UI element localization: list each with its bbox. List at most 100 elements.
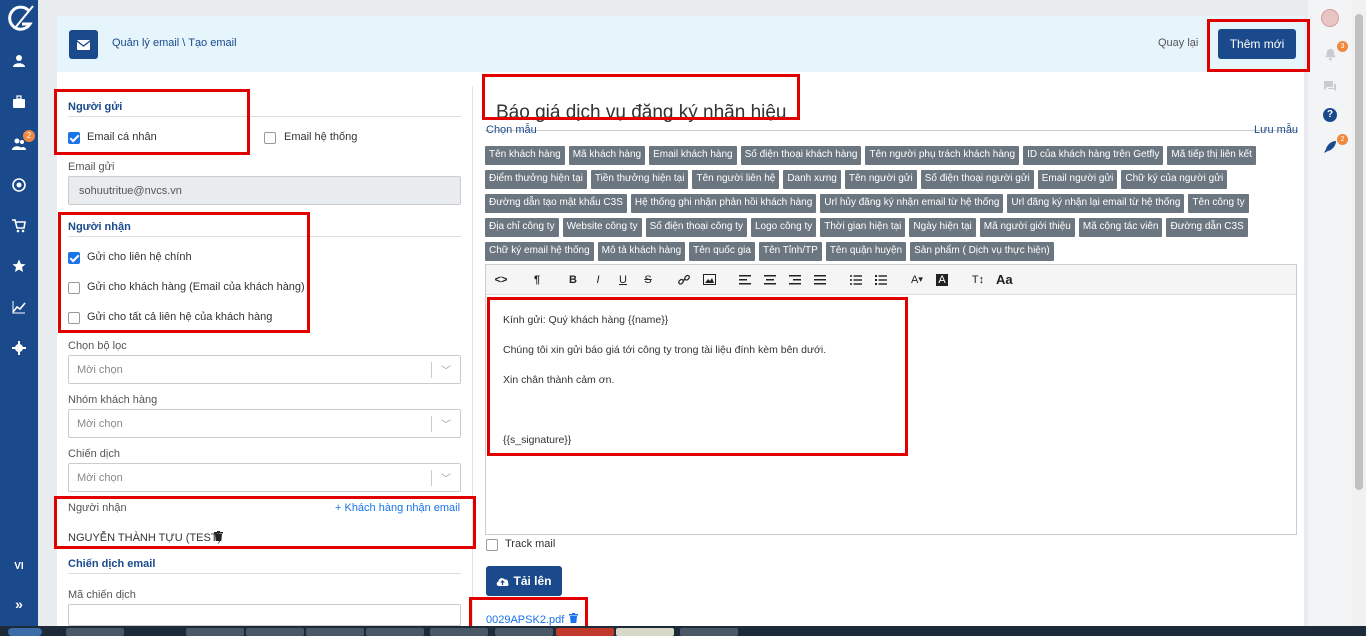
merge-tag-chip[interactable]: Đường dẫn C3S xyxy=(1166,218,1248,237)
briefcase-icon[interactable] xyxy=(0,91,38,113)
background-color-icon[interactable]: A xyxy=(931,270,953,290)
merge-tag-chip[interactable]: Tên công ty xyxy=(1188,194,1249,213)
all-contacts-label[interactable]: Gửi cho tất cả liên hệ của khách hàng xyxy=(87,311,272,323)
track-mail-checkbox[interactable] xyxy=(486,539,498,551)
align-center-icon[interactable] xyxy=(759,270,781,290)
merge-tag-chip[interactable]: Hệ thống ghi nhận phản hồi khách hàng xyxy=(630,194,817,213)
merge-tag-chip[interactable]: Tên quận huyện xyxy=(825,242,907,261)
taskbar-app[interactable] xyxy=(366,628,424,636)
merge-tag-chip[interactable]: Chữ ký của người gửi xyxy=(1121,170,1228,189)
chart-icon[interactable] xyxy=(0,296,38,318)
personal-email-label[interactable]: Email cá nhân xyxy=(87,131,157,143)
text-height-icon[interactable]: T↕ xyxy=(967,270,989,290)
back-link[interactable]: Quay lại xyxy=(1158,37,1198,49)
merge-tag-chip[interactable]: Tên người liên hệ xyxy=(692,170,780,189)
merge-tag-chip[interactable]: Số điện thoại công ty xyxy=(645,218,747,237)
italic-icon[interactable]: I xyxy=(587,270,609,290)
merge-tag-chip[interactable]: ID của khách hàng trên Getfly xyxy=(1023,146,1164,165)
taskbar-app[interactable] xyxy=(680,628,738,636)
image-icon[interactable] xyxy=(698,270,720,290)
taskbar-app[interactable] xyxy=(430,628,488,636)
cart-icon[interactable] xyxy=(0,215,38,237)
email-editor[interactable]: <> ¶ B I U S A ▾ A T↕ Aa Kính gửi: Quý k… xyxy=(485,264,1297,535)
merge-tag-chip[interactable]: Thời gian hiện tại xyxy=(820,218,906,237)
taskbar-app[interactable] xyxy=(246,628,304,636)
font-size-icon[interactable]: Aa xyxy=(992,270,1017,290)
bell-icon[interactable]: 3 xyxy=(1320,41,1348,64)
merge-tag-chip[interactable]: Tên người gửi xyxy=(844,170,917,189)
merge-tag-chip[interactable]: Tên người phụ trách khách hàng xyxy=(865,146,1020,165)
merge-tag-chip[interactable]: Email khách hàng xyxy=(649,146,737,165)
add-recipient-link[interactable]: + Khách hàng nhận email xyxy=(335,502,460,514)
strikethrough-icon[interactable]: S xyxy=(637,270,659,290)
avatar[interactable] xyxy=(1320,8,1340,28)
start-button[interactable] xyxy=(8,628,42,636)
taskbar-app[interactable] xyxy=(616,628,674,636)
merge-tag-chip[interactable]: Email người gửi xyxy=(1037,170,1118,189)
track-mail-label[interactable]: Track mail xyxy=(505,538,555,550)
gear-icon[interactable] xyxy=(0,337,38,359)
merge-tag-chip[interactable]: Tiền thưởng hiện tại xyxy=(590,170,689,189)
numbered-list-icon[interactable] xyxy=(870,270,892,290)
user-icon[interactable] xyxy=(0,50,38,72)
personal-email-checkbox[interactable] xyxy=(68,132,80,144)
merge-tag-chip[interactable]: Số điện thoại khách hàng xyxy=(740,146,862,165)
add-new-button[interactable]: Thêm mới xyxy=(1218,29,1296,59)
scrollbar-thumb[interactable] xyxy=(1355,14,1363,490)
expand-sidebar-button[interactable]: » xyxy=(0,593,38,615)
rocket-icon[interactable]: 2 xyxy=(1320,134,1348,157)
customer-email-checkbox[interactable] xyxy=(68,282,80,294)
filter-select[interactable]: Mời chọn ﹀ xyxy=(68,355,461,384)
bold-icon[interactable]: B xyxy=(562,270,584,290)
merge-tag-chip[interactable]: Logo công ty xyxy=(750,218,817,237)
sender-email-field[interactable]: sohuutritue@nvcs.vn xyxy=(68,176,461,205)
merge-tag-chip[interactable]: Ngày hiện tại xyxy=(909,218,976,237)
code-view-icon[interactable]: <> xyxy=(490,270,512,290)
users-icon[interactable]: 2 xyxy=(0,130,38,155)
taskbar-app[interactable] xyxy=(306,628,364,636)
subject-input[interactable]: Báo giá dịch vụ đăng ký nhãn hiệu xyxy=(496,102,787,124)
taskbar-app[interactable] xyxy=(66,628,124,636)
merge-tag-chip[interactable]: Mô tả khách hàng xyxy=(597,242,686,261)
underline-icon[interactable]: U xyxy=(612,270,634,290)
save-template-link[interactable]: Lưu mẫu xyxy=(1254,124,1298,136)
upload-button[interactable]: Tải lên xyxy=(486,566,562,596)
choose-template-link[interactable]: Chọn mẫu xyxy=(486,124,537,136)
campaign-select[interactable]: Mời chọn ﹀ xyxy=(68,463,461,492)
align-right-icon[interactable] xyxy=(784,270,806,290)
campaign-code-input[interactable] xyxy=(68,604,461,626)
merge-tag-chip[interactable]: Tên khách hàng xyxy=(485,146,565,165)
merge-tag-chip[interactable]: Đường dẫn tạo mật khẩu C3S xyxy=(485,194,627,213)
merge-tag-chip[interactable]: Url đăng ký nhận lại email từ hệ thống xyxy=(1007,194,1185,213)
merge-tag-chip[interactable]: Điểm thưởng hiện tại xyxy=(485,170,587,189)
merge-tag-chip[interactable]: Sản phẩm ( Dịch vụ thực hiện) xyxy=(910,242,1054,261)
merge-tag-chip[interactable]: Mã tiếp thị liên kết xyxy=(1167,146,1256,165)
font-color-icon[interactable]: A ▾ xyxy=(906,270,928,290)
bullet-list-icon[interactable] xyxy=(845,270,867,290)
taskbar-app[interactable] xyxy=(495,628,553,636)
all-contacts-checkbox[interactable] xyxy=(68,312,80,324)
main-contact-label[interactable]: Gửi cho liên hệ chính xyxy=(87,251,192,263)
paragraph-icon[interactable]: ¶ xyxy=(526,270,548,290)
align-left-icon[interactable] xyxy=(734,270,756,290)
link-icon[interactable] xyxy=(673,270,695,290)
merge-tag-chip[interactable]: Mã người giới thiệu xyxy=(979,218,1075,237)
merge-tag-chip[interactable]: Số điện thoại người gửi xyxy=(920,170,1034,189)
system-email-label[interactable]: Email hệ thống xyxy=(284,131,357,143)
merge-tag-chip[interactable]: Địa chỉ công ty xyxy=(485,218,559,237)
taskbar-app[interactable] xyxy=(186,628,244,636)
taskbar-app[interactable] xyxy=(556,628,614,636)
merge-tag-chip[interactable]: Tên quốc gia xyxy=(689,242,755,261)
merge-tag-chip[interactable]: Mã khách hàng xyxy=(568,146,646,165)
app-logo-icon[interactable] xyxy=(3,2,37,36)
language-switch[interactable]: VI xyxy=(0,555,38,577)
align-justify-icon[interactable] xyxy=(809,270,831,290)
star-icon[interactable] xyxy=(0,255,38,277)
breadcrumb[interactable]: Quản lý email \ Tạo email xyxy=(112,37,237,49)
page-scrollbar[interactable] xyxy=(1352,0,1366,626)
merge-tag-chip[interactable]: Mã cộng tác viên xyxy=(1078,218,1163,237)
customer-email-label[interactable]: Gửi cho khách hàng (Email của khách hàng… xyxy=(87,281,305,293)
email-body[interactable]: Kính gửi: Quý khách hàng {{name}} Chúng … xyxy=(503,313,826,463)
main-contact-checkbox[interactable] xyxy=(68,252,80,264)
trash-icon[interactable] xyxy=(214,531,223,544)
